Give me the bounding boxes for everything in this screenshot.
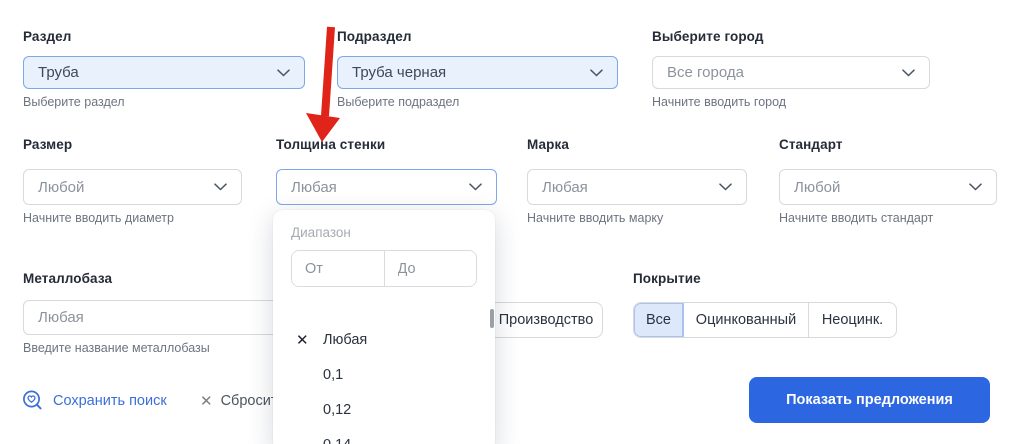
wall-thickness-select[interactable]: Любая bbox=[276, 169, 497, 205]
coating-label: Покрытие bbox=[633, 271, 701, 286]
subsection-label: Подраздел bbox=[337, 29, 412, 44]
size-helper: Начните вводить диаметр bbox=[23, 211, 174, 225]
chevron-down-icon bbox=[969, 183, 982, 191]
metalbase-helper: Введите название металлобазы bbox=[23, 341, 210, 355]
chevron-down-icon bbox=[469, 183, 482, 191]
city-select-value: Все города bbox=[667, 64, 744, 81]
dropdown-option[interactable]: 0,12 bbox=[273, 392, 495, 427]
subsection-select[interactable]: Труба черная bbox=[337, 56, 618, 89]
chevron-down-icon bbox=[719, 183, 732, 191]
filter-panel: Раздел Труба Выберите раздел Подраздел Т… bbox=[0, 0, 1024, 444]
range-from-input[interactable] bbox=[292, 251, 384, 286]
show-offers-button[interactable]: Показать предложения bbox=[749, 377, 990, 423]
dropdown-option-label: 0,12 bbox=[323, 401, 352, 418]
grade-select[interactable]: Любая bbox=[527, 169, 747, 205]
wall-thickness-label: Толщина стенки bbox=[276, 137, 386, 152]
dropdown-option[interactable]: 0,1 bbox=[273, 357, 495, 392]
subsection-select-value: Труба черная bbox=[352, 64, 447, 81]
save-search-label: Сохранить поиск bbox=[53, 392, 167, 409]
save-search-icon bbox=[21, 389, 44, 412]
grade-select-value: Любая bbox=[542, 178, 588, 196]
city-select[interactable]: Все города bbox=[652, 56, 930, 89]
chevron-down-icon bbox=[590, 68, 603, 77]
size-label: Размер bbox=[23, 137, 73, 152]
production-button[interactable]: Производство bbox=[489, 302, 603, 338]
size-select[interactable]: Любой bbox=[23, 169, 242, 205]
size-select-value: Любой bbox=[38, 178, 85, 196]
grade-label: Марка bbox=[527, 137, 569, 152]
city-label: Выберите город bbox=[652, 29, 764, 44]
city-helper: Начните вводить город bbox=[652, 95, 787, 109]
coating-option-galvanized[interactable]: Оцинкованный bbox=[684, 303, 809, 337]
save-search-link[interactable]: Сохранить поиск bbox=[21, 389, 167, 412]
section-label: Раздел bbox=[23, 29, 72, 44]
grade-helper: Начните вводить марку bbox=[527, 211, 664, 225]
chevron-down-icon bbox=[277, 68, 290, 77]
dropdown-option-label: Любая bbox=[323, 331, 368, 348]
dropdown-option-label: 0,14 bbox=[323, 437, 351, 444]
wall-thickness-select-value: Любая bbox=[291, 178, 337, 196]
range-inputs bbox=[291, 250, 477, 287]
standard-label: Стандарт bbox=[779, 137, 843, 152]
chevron-down-icon bbox=[902, 68, 915, 77]
section-select-value: Труба bbox=[38, 64, 79, 81]
dropdown-option[interactable]: 0,14 bbox=[273, 427, 495, 444]
dropdown-option-label: 0,1 bbox=[323, 366, 344, 383]
range-section-label: Диапазон bbox=[291, 225, 351, 240]
coating-segmented-control: Все Оцинкованный Неоцинк. bbox=[633, 302, 897, 338]
subsection-helper: Выберите подраздел bbox=[337, 95, 460, 109]
standard-select[interactable]: Любой bbox=[779, 169, 997, 205]
coating-option-nongalvanized[interactable]: Неоцинк. bbox=[809, 303, 896, 337]
section-helper: Выберите раздел bbox=[23, 95, 125, 109]
section-select[interactable]: Труба bbox=[23, 56, 305, 89]
range-to-input[interactable] bbox=[384, 251, 476, 286]
coating-option-all[interactable]: Все bbox=[634, 303, 684, 337]
clear-x-icon: ✕ bbox=[296, 331, 309, 349]
metalbase-label: Металлобаза bbox=[23, 271, 113, 286]
dropdown-option-clear[interactable]: ✕ Любая bbox=[273, 322, 495, 357]
dropdown-scrollbar[interactable] bbox=[490, 309, 494, 328]
standard-helper: Начните вводить стандарт bbox=[779, 211, 934, 225]
chevron-down-icon bbox=[214, 183, 227, 191]
close-icon: ✕ bbox=[200, 393, 213, 410]
wall-thickness-dropdown-panel: Диапазон ✕ Любая 0,1 0,12 0,14 bbox=[273, 210, 495, 444]
standard-select-value: Любой bbox=[794, 178, 841, 196]
